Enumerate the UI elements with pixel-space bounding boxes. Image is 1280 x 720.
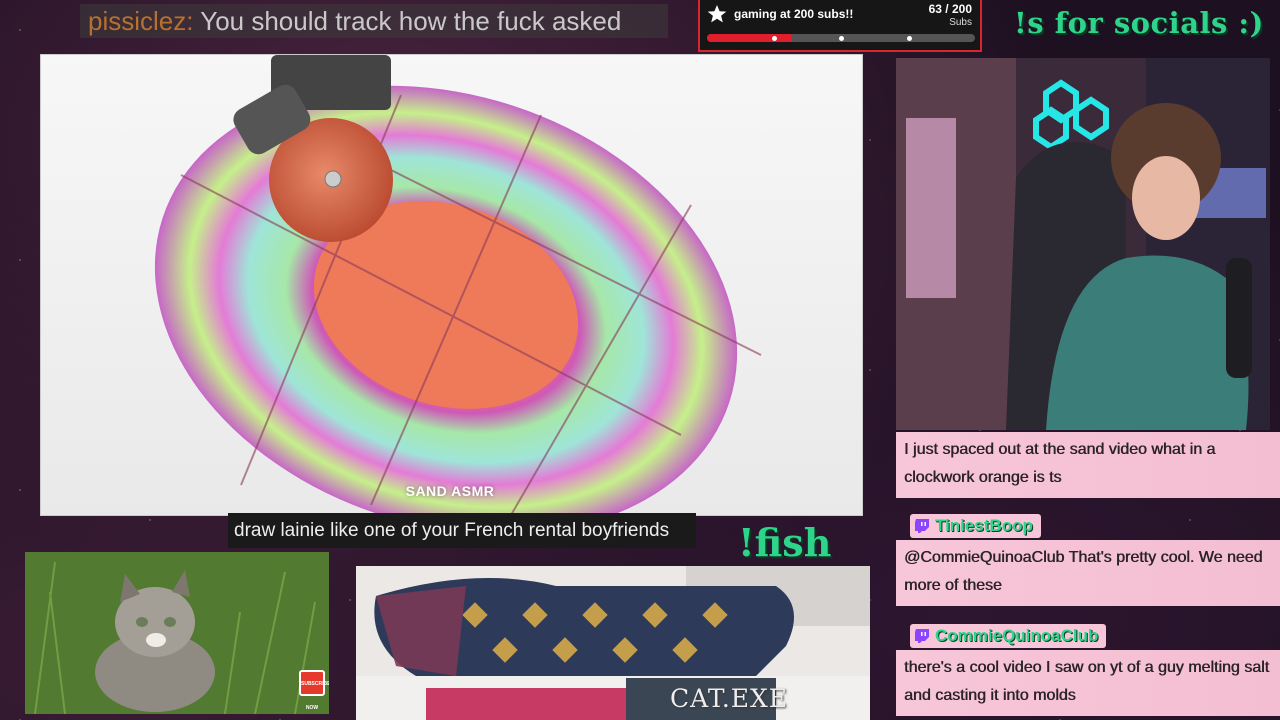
goal-marker — [839, 36, 844, 41]
cat-video-player: SUBSCRIBE NOW — [25, 552, 329, 714]
chat-message: there's a cool video I saw on yt of a gu… — [896, 650, 1280, 716]
twitch-icon — [915, 629, 929, 643]
twitch-icon — [915, 519, 929, 533]
chat-message: @CommieQuinoaClub That's pretty cool. We… — [896, 540, 1280, 606]
chat-username: pissiclez — [88, 6, 187, 36]
chat-username: TiniestBoop — [935, 516, 1033, 535]
kitten-illustration — [25, 552, 329, 714]
chat-separator: : — [186, 6, 194, 36]
fish-command-text: !fish — [738, 520, 832, 565]
chat-message-text: I just spaced out at the sand video what… — [904, 441, 1216, 486]
cat-cam-video: CAT.EXE — [356, 566, 870, 720]
chat-message-text: @CommieQuinoaClub That's pretty cool. We… — [904, 549, 1263, 594]
goal-count: 63 / 200 — [928, 2, 972, 16]
chat-text: You should track how the fuck asked — [200, 6, 622, 36]
cam-label: CAT.EXE — [670, 684, 789, 713]
video-watermark: SAND ASMR — [405, 483, 495, 499]
chat-username-tag: TiniestBoop — [910, 514, 1041, 538]
blanket-illustration — [356, 566, 870, 720]
chat-username-tag: CommieQuinoaClub — [910, 624, 1107, 648]
goal-marker — [907, 36, 912, 41]
goal-progress-fill — [707, 34, 792, 42]
goal-unit: Subs — [949, 17, 972, 28]
highlighted-chat-message: pissiclez: You should track how the fuck… — [80, 4, 668, 38]
main-video-player: SAND ASMR — [40, 54, 863, 516]
subscribe-badge[interactable]: SUBSCRIBE NOW — [299, 670, 329, 711]
chat-message: I just spaced out at the sand video what… — [896, 432, 1280, 498]
goal-title: gaming at 200 subs!! — [734, 7, 854, 21]
sand-cutting-illustration — [154, 55, 762, 515]
chat-username: CommieQuinoaClub — [935, 626, 1099, 645]
sub-goal-widget: gaming at 200 subs!! 63 / 200 Subs — [698, 0, 982, 52]
streamer-webcam-illustration — [896, 58, 1270, 430]
chat-message-text: there's a cool video I saw on yt of a gu… — [904, 659, 1270, 704]
streamer-webcam — [896, 58, 1270, 430]
caption-bar: draw lainie like one of your French rent… — [228, 513, 696, 548]
goal-marker — [772, 36, 777, 41]
socials-command-text: !s for socials :) — [1014, 6, 1264, 40]
star-icon — [707, 5, 727, 23]
